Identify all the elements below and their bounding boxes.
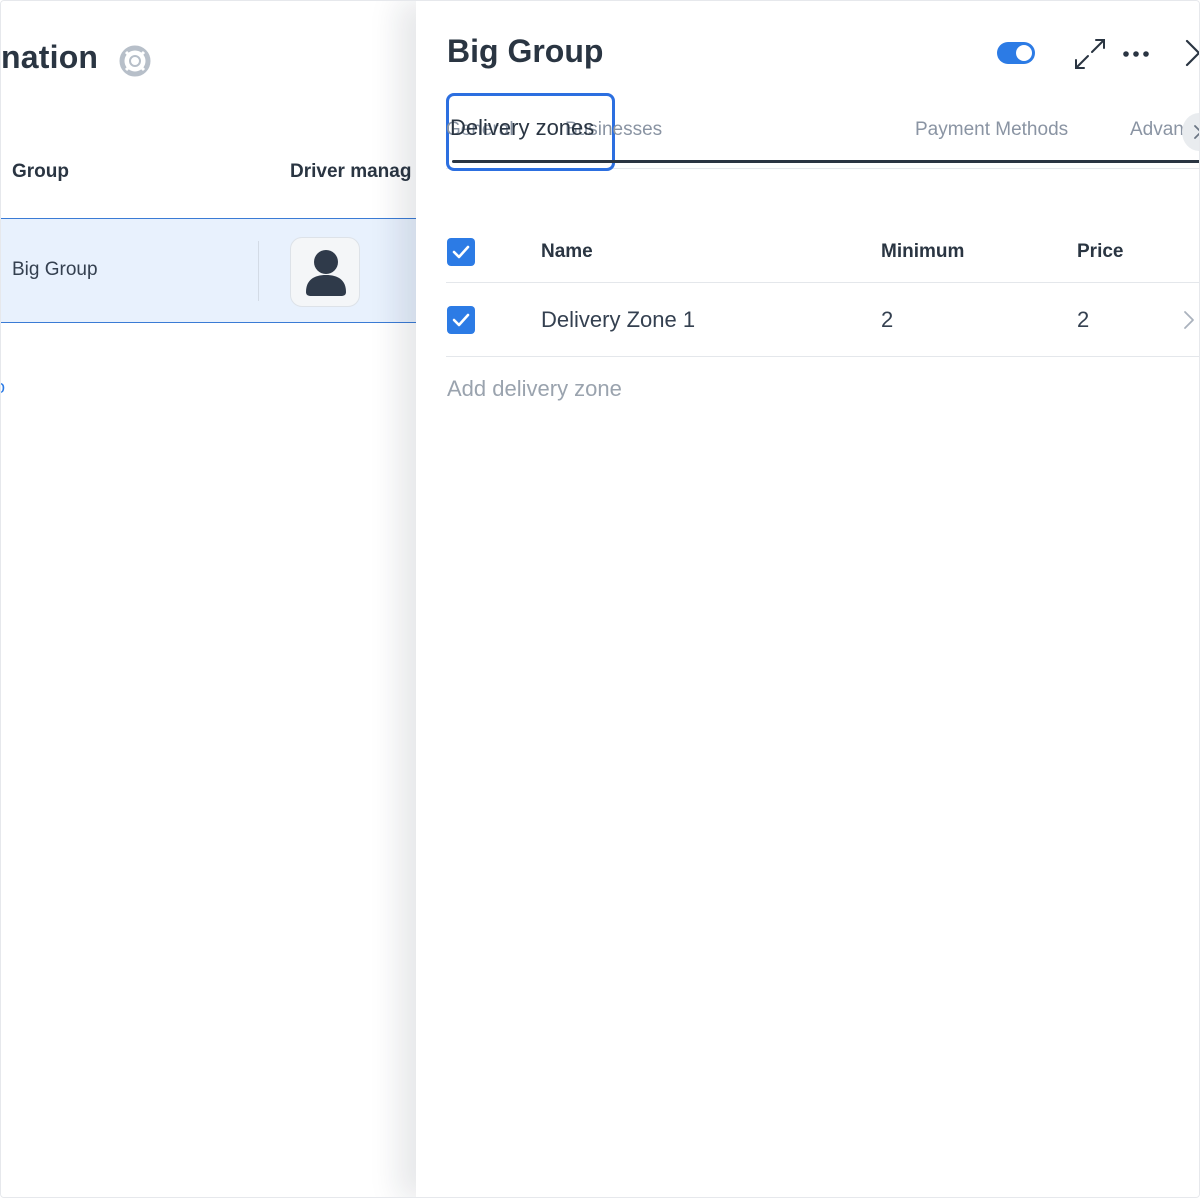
enabled-toggle[interactable] (997, 42, 1035, 64)
table-row-selected[interactable]: Big Group (1, 218, 421, 323)
expand-icon[interactable] (1073, 37, 1107, 71)
cell-divider (258, 241, 259, 301)
tab-delivery-zones-label: Delivery zones (450, 115, 595, 140)
toggle-knob (1016, 45, 1032, 61)
table-header: Name Minimum Price (446, 221, 1199, 283)
checkmark-icon (452, 313, 470, 327)
lifebuoy-help-icon[interactable] (119, 45, 151, 77)
avatar[interactable] (290, 237, 360, 307)
column-header-driver-manager[interactable]: Driver manag (290, 161, 411, 183)
add-link-partial[interactable]: o (1, 377, 5, 398)
zone-minimum-cell: 2 (881, 307, 894, 332)
zone-price-cell: 2 (1077, 307, 1090, 332)
chevron-right-icon (1194, 125, 1199, 139)
group-name-cell: Big Group (12, 259, 98, 280)
tab-bar: General Businesses Delivery zones Paymen… (446, 93, 1199, 171)
app-frame: nation Group Driver manag Big Group Big … (0, 0, 1200, 1198)
business-groups-page: nation Group Driver manag Big Group (1, 1, 421, 1197)
add-delivery-zone-link[interactable]: Add delivery zone (447, 376, 622, 402)
page-title: nation (1, 39, 99, 75)
column-header-name: Name (541, 241, 593, 262)
checkmark-icon (452, 245, 470, 259)
tab-advanced[interactable]: Advan (1130, 119, 1184, 141)
table-row[interactable]: Delivery Zone 1 2 2 (446, 283, 1199, 357)
chevron-right-icon[interactable] (1182, 310, 1196, 330)
close-chevron-icon[interactable] (1182, 39, 1200, 67)
tabs-scroll-right-button[interactable] (1182, 113, 1199, 151)
tab-delivery-zones[interactable]: Delivery zones (446, 93, 1199, 171)
active-tab-indicator (452, 160, 1199, 163)
tab-payment-methods[interactable]: Payment Methods (915, 119, 1068, 141)
column-header-price: Price (1077, 241, 1124, 262)
user-icon (306, 250, 346, 296)
more-options-icon[interactable] (1122, 45, 1150, 63)
column-header-minimum: Minimum (881, 241, 965, 262)
group-details-drawer: Big Group General Businesses Delivery zo… (416, 1, 1200, 1197)
zone-name-cell: Delivery Zone 1 (541, 307, 696, 332)
drawer-title: Big Group (447, 33, 604, 69)
row-checkbox[interactable] (447, 306, 475, 334)
column-header-group[interactable]: Group (12, 161, 69, 183)
select-all-checkbox[interactable] (447, 238, 475, 266)
